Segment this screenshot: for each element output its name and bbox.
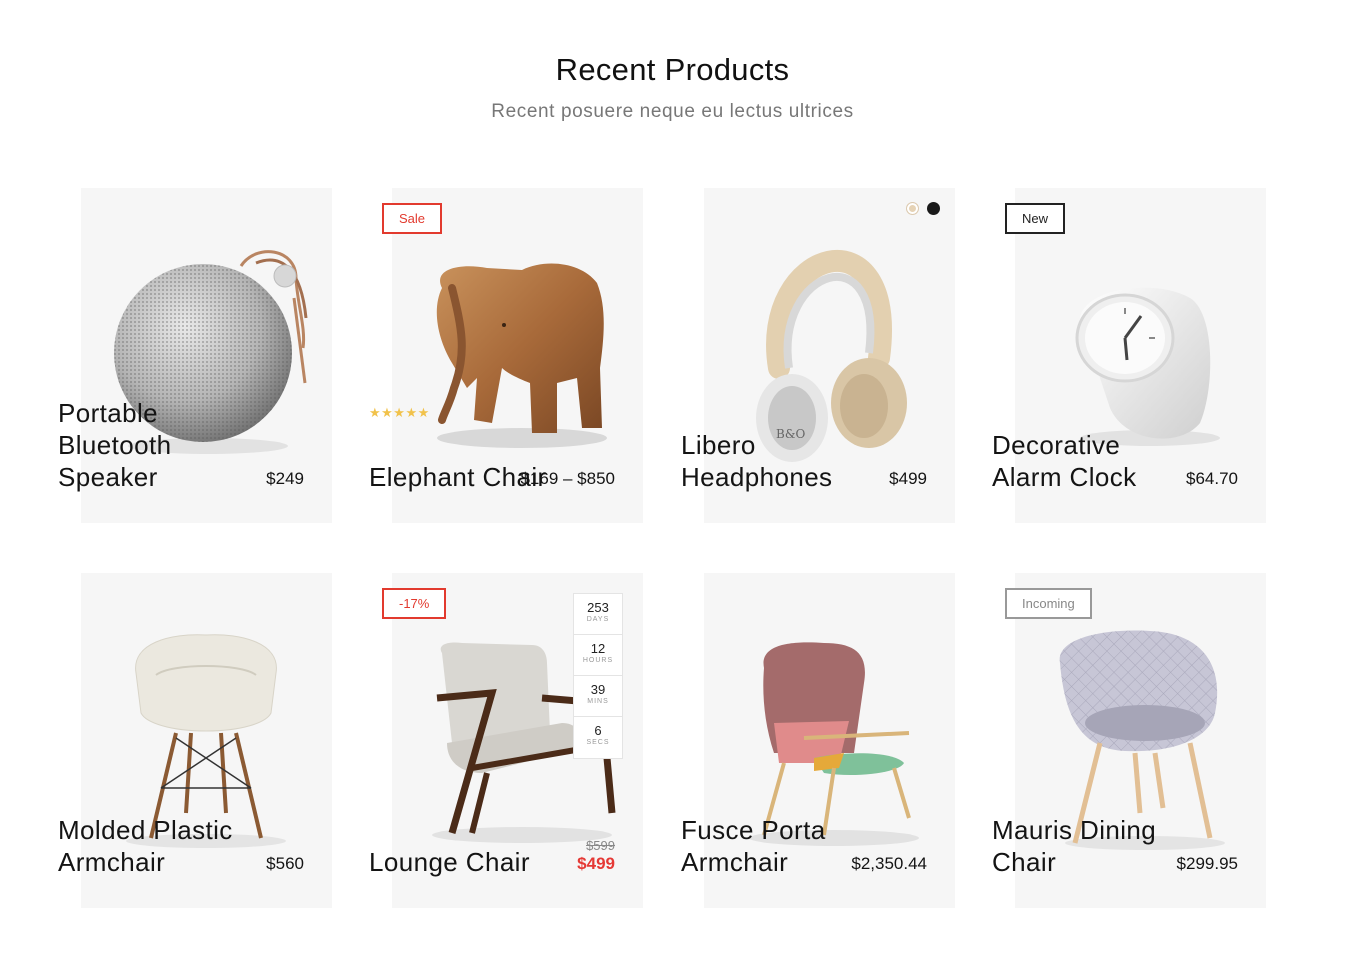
product-name[interactable]: Lounge Chair	[369, 846, 559, 878]
product-name[interactable]: Mauris Dining Chair	[992, 814, 1182, 878]
rating-stars-icon: ★★★★★	[369, 405, 430, 420]
product-card[interactable]: Portable Bluetooth Speaker $249	[58, 188, 332, 523]
swatch-black[interactable]	[927, 202, 940, 215]
countdown-mins: 39 MINS	[574, 676, 622, 717]
incoming-badge: Incoming	[1005, 588, 1092, 619]
sale-price: $499	[577, 854, 615, 873]
product-price: $499	[889, 469, 927, 488]
product-price: $560	[266, 854, 304, 873]
countdown-days: 253 DAYS	[574, 594, 622, 635]
product-name[interactable]: Libero Headphones	[681, 429, 871, 493]
product-price: $599 $499	[577, 838, 615, 874]
color-swatches	[906, 202, 940, 215]
product-card[interactable]: Molded Plastic Armchair $560	[58, 573, 332, 908]
product-name[interactable]: Decorative Alarm Clock	[992, 429, 1182, 493]
product-card[interactable]: Incoming Mauris Dining Chair $299.95	[992, 573, 1266, 908]
product-price: $169 – $850	[520, 469, 615, 488]
product-card[interactable]: New Decorative Alarm Clock $64.70	[992, 188, 1266, 523]
product-name[interactable]: Molded Plastic Armchair	[58, 814, 248, 878]
product-card[interactable]: Sale ★★★★★ Elephant Chair $169 – $850	[369, 188, 643, 523]
countdown-timer: 253 DAYS 12 HOURS 39 MINS 6 SECS	[573, 593, 623, 759]
product-price: $2,350.44	[851, 854, 927, 873]
section-subtitle: Recent posuere neque eu lectus ultrices	[491, 101, 854, 122]
product-card[interactable]: -17% 253 DAYS 12 HOURS 39 MINS 6 SECS Lo…	[369, 573, 643, 908]
product-card[interactable]: B&O Libero Headphones $499	[681, 188, 955, 523]
product-price: $249	[266, 469, 304, 488]
product-price: $64.70	[1186, 469, 1238, 488]
countdown-secs: 6 SECS	[586, 723, 610, 746]
old-price: $599	[586, 838, 615, 853]
section-title: Recent Products	[555, 52, 790, 87]
swatch-beige[interactable]	[906, 202, 919, 215]
product-name[interactable]: Portable Bluetooth Speaker	[58, 397, 248, 493]
product-price: $299.95	[1176, 854, 1238, 873]
product-name[interactable]: Fusce Porta Armchair	[681, 814, 871, 878]
countdown-hours: 12 HOURS	[574, 635, 622, 676]
sale-badge: Sale	[382, 203, 443, 234]
new-badge: New	[1005, 203, 1066, 234]
product-card[interactable]: Fusce Porta Armchair $2,350.44	[681, 573, 955, 908]
discount-badge: -17%	[382, 588, 447, 619]
